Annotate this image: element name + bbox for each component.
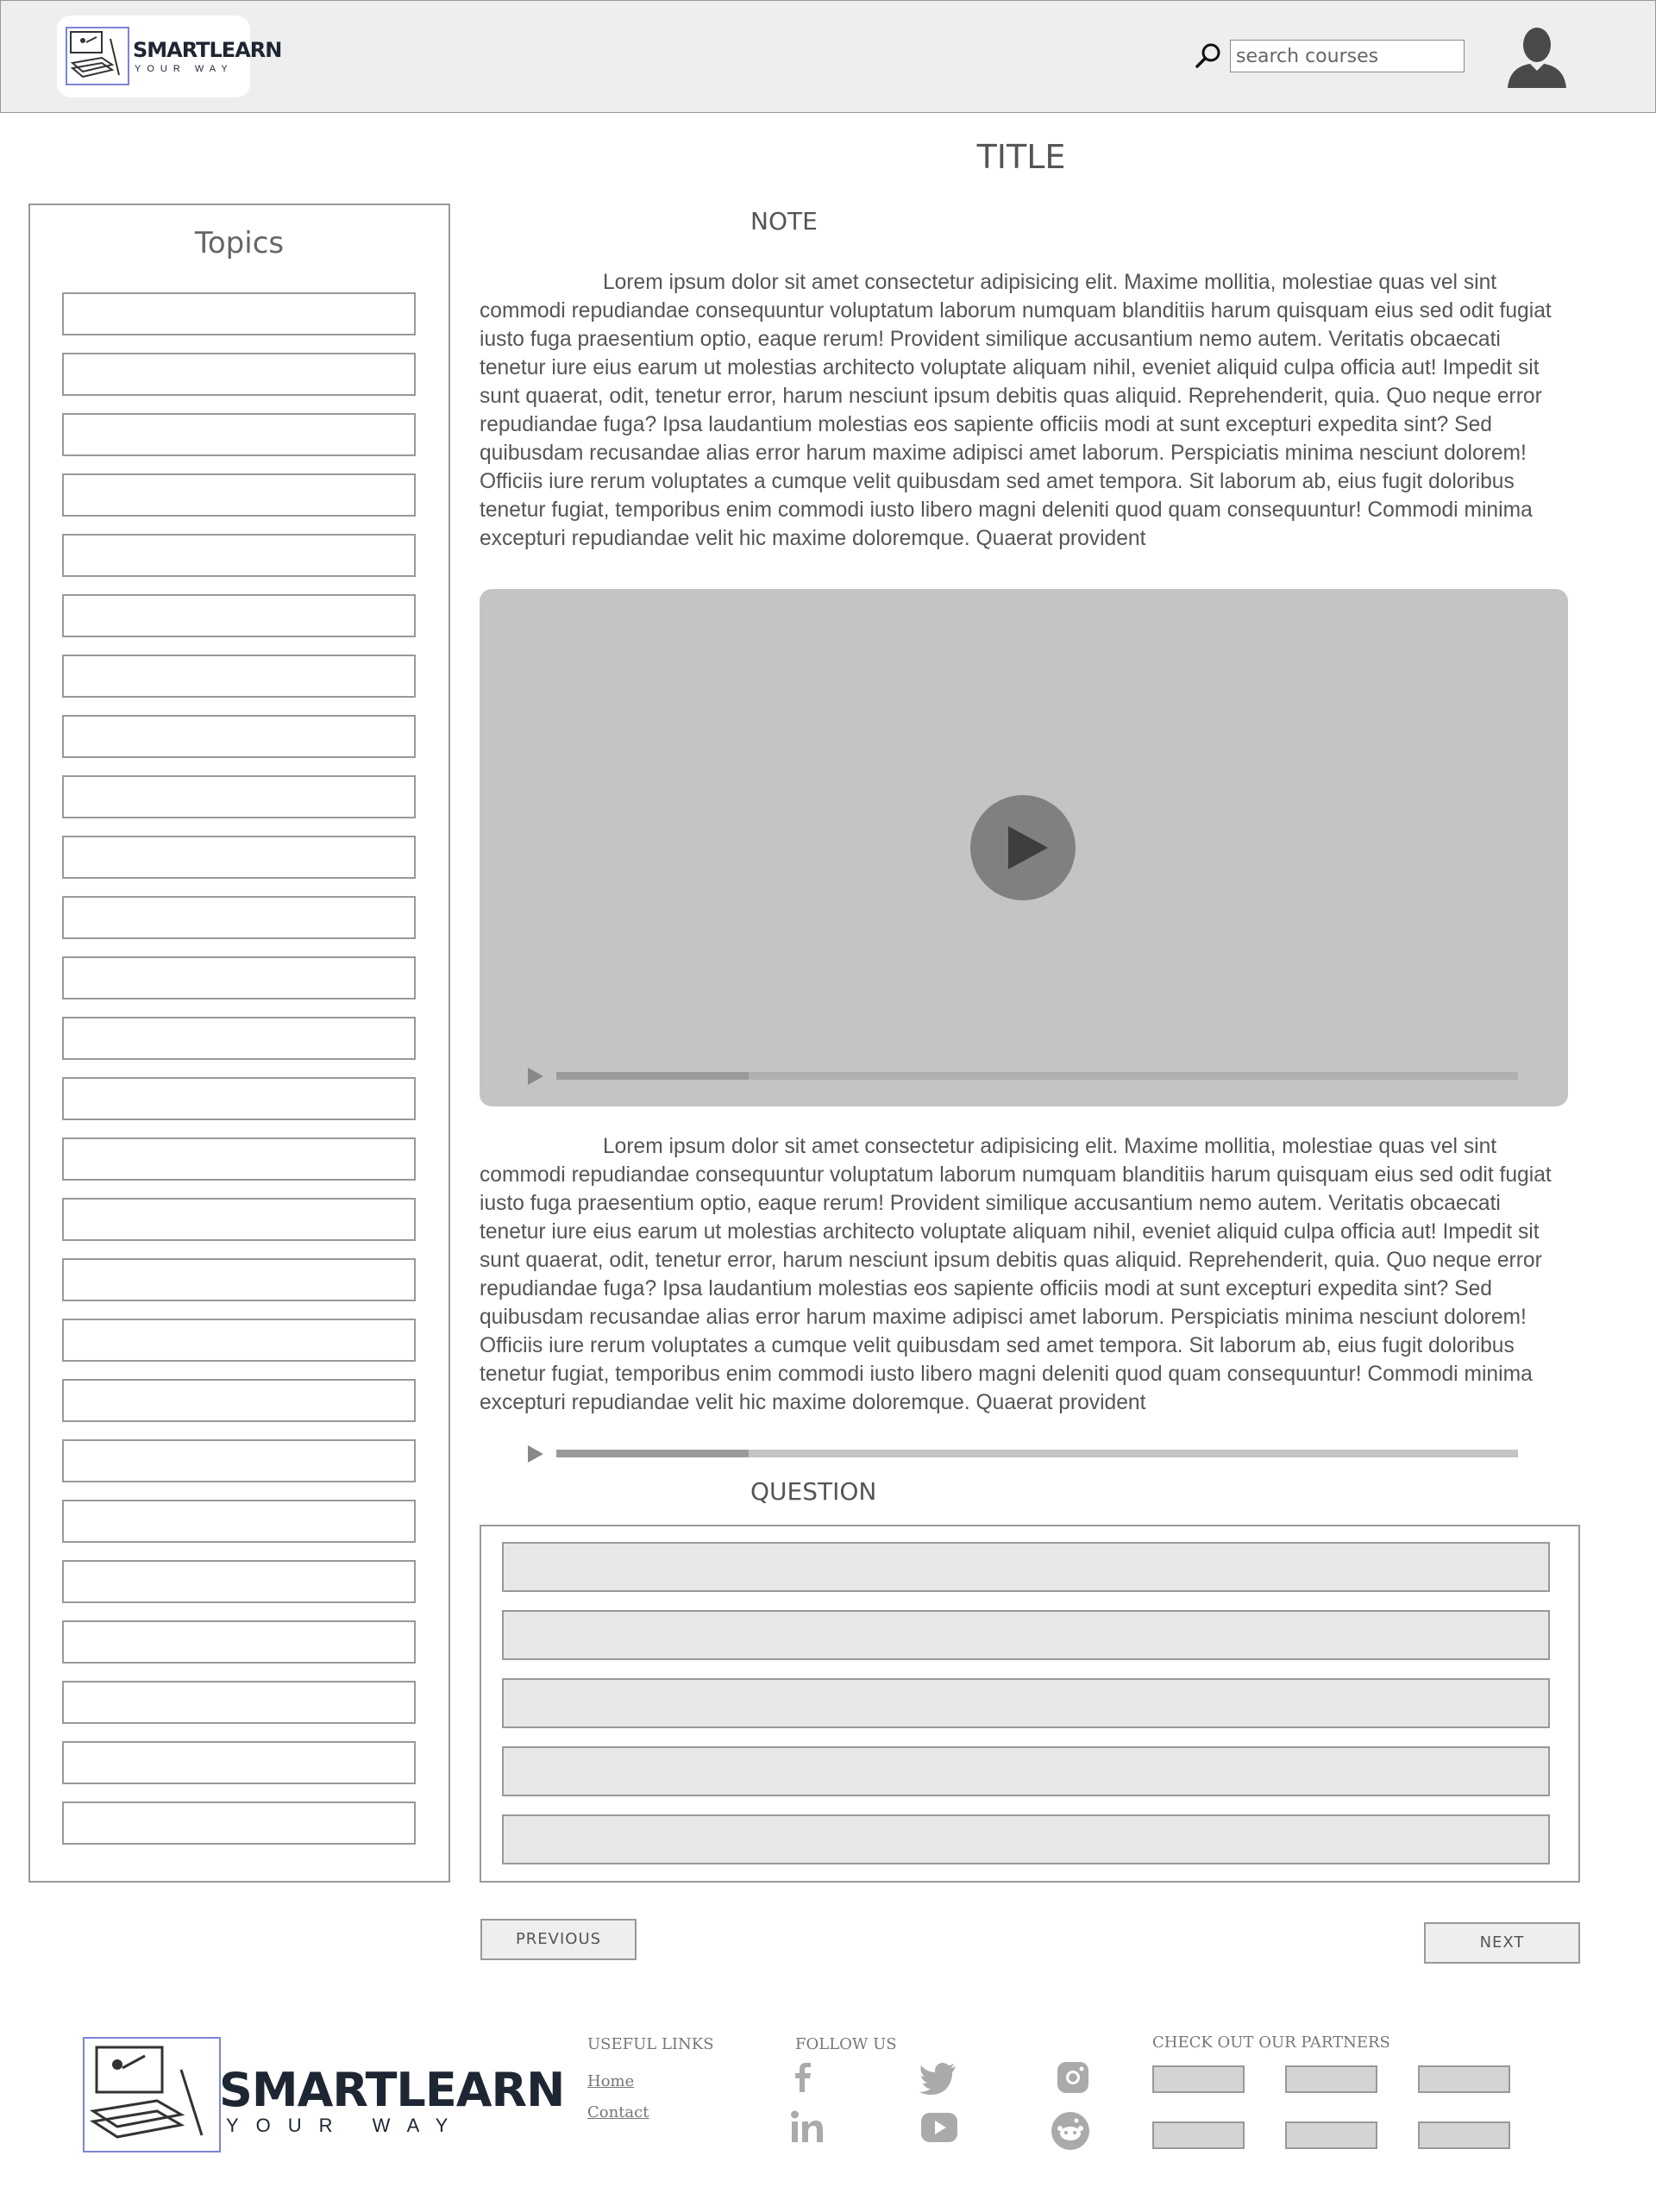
user-avatar-icon[interactable] — [1504, 24, 1570, 90]
note-label: NOTE — [750, 207, 818, 235]
footer-logo-tagline: YOUR WAY — [226, 2115, 466, 2136]
topic-item[interactable] — [62, 353, 416, 396]
video-small-play-icon[interactable] — [528, 1068, 543, 1085]
linkedin-icon[interactable] — [788, 2108, 828, 2147]
partner-logo[interactable] — [1418, 2065, 1510, 2093]
answer-option[interactable] — [502, 1746, 1550, 1796]
logo-tagline: YOUR WAY — [135, 64, 234, 74]
topic-item[interactable] — [62, 1500, 416, 1543]
answer-option[interactable] — [502, 1814, 1550, 1864]
topics-heading: Topics — [194, 226, 285, 260]
search-input[interactable] — [1230, 40, 1465, 72]
topic-item[interactable] — [62, 1681, 416, 1724]
facebook-icon[interactable] — [783, 2058, 823, 2097]
topic-item[interactable] — [62, 1741, 416, 1784]
audio-progress-fill — [556, 1450, 749, 1457]
footer-link-home[interactable]: Home — [587, 2072, 634, 2090]
topic-item[interactable] — [62, 1439, 416, 1482]
logo-wordmark: SMARTLEARN — [133, 38, 282, 62]
partner-logo[interactable] — [1285, 2121, 1377, 2149]
audio-play-icon[interactable] — [528, 1445, 543, 1463]
video-progress-fill — [556, 1072, 749, 1080]
topic-item[interactable] — [62, 715, 416, 758]
topic-item[interactable] — [62, 896, 416, 939]
search-icon[interactable] — [1194, 41, 1223, 71]
topic-item[interactable] — [62, 775, 416, 818]
video-play-button[interactable] — [970, 795, 1076, 900]
topic-item[interactable] — [62, 1802, 416, 1845]
topic-item[interactable] — [62, 473, 416, 517]
note-paragraph-1: Lorem ipsum dolor sit amet consectetur a… — [480, 271, 1552, 550]
useful-links-heading: USEFUL LINKS — [587, 2035, 714, 2053]
partners-heading: CHECK OUT OUR PARTNERS — [1152, 2033, 1390, 2052]
twitter-icon[interactable] — [919, 2058, 959, 2097]
teacher-books-icon — [83, 2037, 221, 2152]
question-label: QUESTION — [750, 1477, 877, 1506]
note-paragraph-2: Lorem ipsum dolor sit amet consectetur a… — [480, 1135, 1552, 1414]
topic-item[interactable] — [62, 594, 416, 637]
answer-option[interactable] — [502, 1610, 1550, 1660]
instagram-icon[interactable] — [1053, 2058, 1093, 2097]
topic-item[interactable] — [62, 1319, 416, 1362]
answer-option[interactable] — [502, 1542, 1550, 1592]
partner-logo[interactable] — [1285, 2065, 1377, 2093]
topic-item[interactable] — [62, 1620, 416, 1664]
answer-option[interactable] — [502, 1678, 1550, 1728]
topic-item[interactable] — [62, 1198, 416, 1241]
topic-item[interactable] — [62, 1379, 416, 1422]
topic-item[interactable] — [62, 956, 416, 999]
topic-item[interactable] — [62, 1017, 416, 1060]
follow-us-heading: FOLLOW US — [795, 2035, 897, 2053]
partner-logo[interactable] — [1418, 2121, 1510, 2149]
footer-logo-wordmark: SMARTLEARN — [219, 2063, 565, 2117]
video-progress-track[interactable] — [556, 1072, 1518, 1080]
reddit-icon[interactable] — [1051, 2111, 1090, 2151]
topic-item[interactable] — [62, 413, 416, 456]
topic-item[interactable] — [62, 534, 416, 577]
header-logo[interactable]: SMARTLEARN YOUR WAY — [57, 16, 282, 97]
footer-link-contact[interactable]: Contact — [587, 2103, 649, 2121]
next-button[interactable]: NEXT — [1424, 1922, 1580, 1964]
youtube-icon[interactable] — [919, 2108, 959, 2147]
teacher-books-icon — [66, 27, 129, 85]
audio-progress-track[interactable] — [556, 1450, 1518, 1457]
topic-item[interactable] — [62, 1560, 416, 1603]
topic-item[interactable] — [62, 1258, 416, 1301]
topic-item[interactable] — [62, 1077, 416, 1120]
page-title: TITLE — [976, 138, 1066, 176]
topic-item[interactable] — [62, 655, 416, 698]
topic-item[interactable] — [62, 836, 416, 879]
topic-item[interactable] — [62, 292, 416, 335]
partner-logo[interactable] — [1152, 2065, 1245, 2093]
partner-logo[interactable] — [1152, 2121, 1245, 2149]
footer-logo[interactable]: SMARTLEARN YOUR WAY — [83, 2037, 565, 2152]
topic-item[interactable] — [62, 1137, 416, 1181]
previous-button[interactable]: PREVIOUS — [480, 1919, 637, 1960]
play-icon — [970, 795, 1076, 900]
